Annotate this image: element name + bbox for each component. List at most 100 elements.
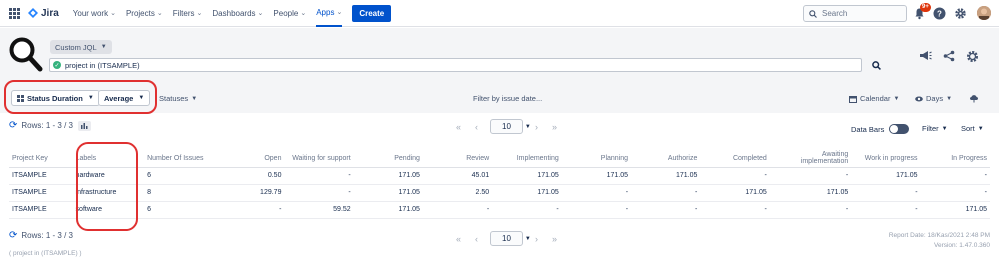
table-cell: infrastructure xyxy=(72,184,145,202)
chevron-down-icon: ⌄ xyxy=(156,10,163,17)
table-cell: 129.79 xyxy=(213,184,285,202)
average-select[interactable]: Average ▼ xyxy=(98,90,151,106)
query-mode-select[interactable]: Custom JQL ▼ xyxy=(50,40,112,54)
table-cell: - xyxy=(631,184,701,202)
app-switcher-icon[interactable] xyxy=(9,7,20,19)
page-size-value: 10 xyxy=(502,122,511,131)
column-header[interactable]: Completed xyxy=(700,150,770,168)
table-cell: 171.05 xyxy=(353,167,423,185)
share-icon[interactable] xyxy=(943,50,955,62)
filter-by-date-input[interactable]: Filter by issue date... xyxy=(473,94,542,103)
page-size-select[interactable]: 10 ▼ xyxy=(490,119,531,134)
column-header[interactable]: Authorize xyxy=(631,150,701,168)
user-avatar[interactable] xyxy=(977,6,991,20)
table-cell: - xyxy=(561,201,632,219)
table-cell: - xyxy=(284,167,354,185)
chart-toggle[interactable] xyxy=(77,120,91,131)
pagination-bottom: « ‹ 10 ▼ › » xyxy=(449,231,564,246)
table-cell: ITSAMPLE xyxy=(9,167,73,185)
column-header[interactable]: Implementing xyxy=(492,150,562,168)
column-header[interactable]: Planning xyxy=(561,150,632,168)
statuses-select[interactable]: Statuses ▼ xyxy=(159,94,197,103)
nav-your-work[interactable]: Your work ⌄ xyxy=(73,0,116,27)
column-header[interactable]: Labels xyxy=(72,150,145,168)
days-select[interactable]: Days ▼ xyxy=(915,94,952,103)
prev-page-icon[interactable]: ‹ xyxy=(475,234,478,244)
column-header[interactable]: Work in progress xyxy=(851,150,921,168)
table-cell: - xyxy=(284,184,354,202)
version: Version: 1.47.0.360 xyxy=(933,242,990,249)
chevron-down-icon: ▼ xyxy=(191,95,198,102)
next-page-icon[interactable]: › xyxy=(535,122,538,132)
chevron-down-icon: ▼ xyxy=(100,44,107,50)
nav-label: People xyxy=(273,8,299,18)
help-icon[interactable]: ? xyxy=(933,7,946,20)
column-header[interactable]: Number Of Issues xyxy=(144,150,214,168)
footer-jql: ( project in (ITSAMPLE) ) xyxy=(9,250,82,257)
logo-text: Jira xyxy=(41,7,59,19)
sort-label: Sort xyxy=(961,124,975,133)
create-button[interactable]: Create xyxy=(352,4,392,22)
prev-page-icon[interactable]: ‹ xyxy=(475,122,478,132)
calendar-select[interactable]: Calendar ▼ xyxy=(849,94,899,103)
column-header[interactable]: Pending xyxy=(353,150,423,168)
last-page-icon[interactable]: » xyxy=(552,234,557,244)
first-page-icon[interactable]: « xyxy=(456,234,461,244)
table-cell: - xyxy=(769,201,852,219)
table-cell: 171.05 xyxy=(353,184,423,202)
magnifier-logo-icon xyxy=(9,37,43,72)
grid-icon xyxy=(17,94,24,102)
filter-menu[interactable]: Filter ▼ xyxy=(922,124,948,133)
chevron-down-icon: ⌄ xyxy=(196,10,203,17)
column-header[interactable]: Project Key xyxy=(9,150,73,168)
column-header[interactable]: In Progress xyxy=(920,150,990,168)
filter-date-placeholder: Filter by issue date... xyxy=(473,94,543,103)
rows-count: Rows: 1 - 3 / 3 xyxy=(21,121,73,130)
refresh-icon[interactable]: ⟳ xyxy=(9,230,17,241)
data-bars-label: Data Bars xyxy=(851,124,885,134)
table-row: ITSAMPLE software 6 - 59.52 171.05 - - -… xyxy=(9,201,990,219)
search-icon[interactable] xyxy=(872,61,881,70)
chevron-down-icon: ▼ xyxy=(524,123,531,130)
data-bars-toggle[interactable]: Data Bars xyxy=(851,124,910,134)
chevron-down-icon: ▼ xyxy=(87,95,94,101)
table-cell: - xyxy=(213,201,285,219)
jql-input[interactable]: ✓ project in (ITSAMPLE) xyxy=(49,58,862,72)
next-page-icon[interactable]: › xyxy=(535,234,538,244)
search-input[interactable]: Search xyxy=(803,5,907,22)
column-header[interactable]: Open xyxy=(213,150,285,168)
bar-chart-icon xyxy=(80,122,88,129)
nav-apps[interactable]: Apps ⌄ xyxy=(316,0,343,27)
jira-logo[interactable]: Jira xyxy=(28,8,59,19)
first-page-icon[interactable]: « xyxy=(456,122,461,132)
nav-dashboards[interactable]: Dashboards ⌄ xyxy=(212,0,263,27)
table-cell: hardware xyxy=(72,167,145,185)
table-cell: - xyxy=(851,184,921,202)
announcement-megaphone-icon[interactable] xyxy=(919,50,932,62)
table-row: ITSAMPLE hardware 6 0.50 - 171.05 45.01 … xyxy=(9,167,990,185)
refresh-icon[interactable]: ⟳ xyxy=(9,120,17,131)
column-header[interactable]: Waiting for support xyxy=(284,150,354,168)
last-page-icon[interactable]: » xyxy=(552,122,557,132)
table-cell: 2.50 xyxy=(422,184,493,202)
table-cell: 0.50 xyxy=(213,167,285,185)
page-size-value: 10 xyxy=(502,234,511,243)
sort-menu[interactable]: Sort ▼ xyxy=(961,124,984,133)
chevron-down-icon: ▼ xyxy=(977,125,984,132)
nav-filters[interactable]: Filters ⌄ xyxy=(173,0,203,27)
column-header[interactable]: Review xyxy=(422,150,493,168)
rows-info-bottom: ⟳ Rows: 1 - 3 / 3 xyxy=(9,230,73,241)
statuses-label: Statuses xyxy=(159,94,189,103)
status-duration-select[interactable]: Status Duration ▼ xyxy=(11,90,100,106)
nav-people[interactable]: People ⌄ xyxy=(273,0,306,27)
report-meta: Report Date: 18/Kas/2021 2:48 PM Version… xyxy=(889,231,990,251)
toggle-switch[interactable] xyxy=(889,124,910,134)
settings-gear-icon[interactable] xyxy=(966,50,979,63)
jql-text: project in (ITSAMPLE) xyxy=(65,60,140,70)
chevron-down-icon: ⌄ xyxy=(110,10,116,17)
nav-projects[interactable]: Projects ⌄ xyxy=(126,0,163,27)
page-size-select[interactable]: 10 ▼ xyxy=(490,231,531,246)
column-header[interactable]: Awaiting implementation xyxy=(769,150,852,168)
settings-gear-icon[interactable] xyxy=(954,7,967,20)
cloud-download-icon[interactable] xyxy=(969,94,979,103)
